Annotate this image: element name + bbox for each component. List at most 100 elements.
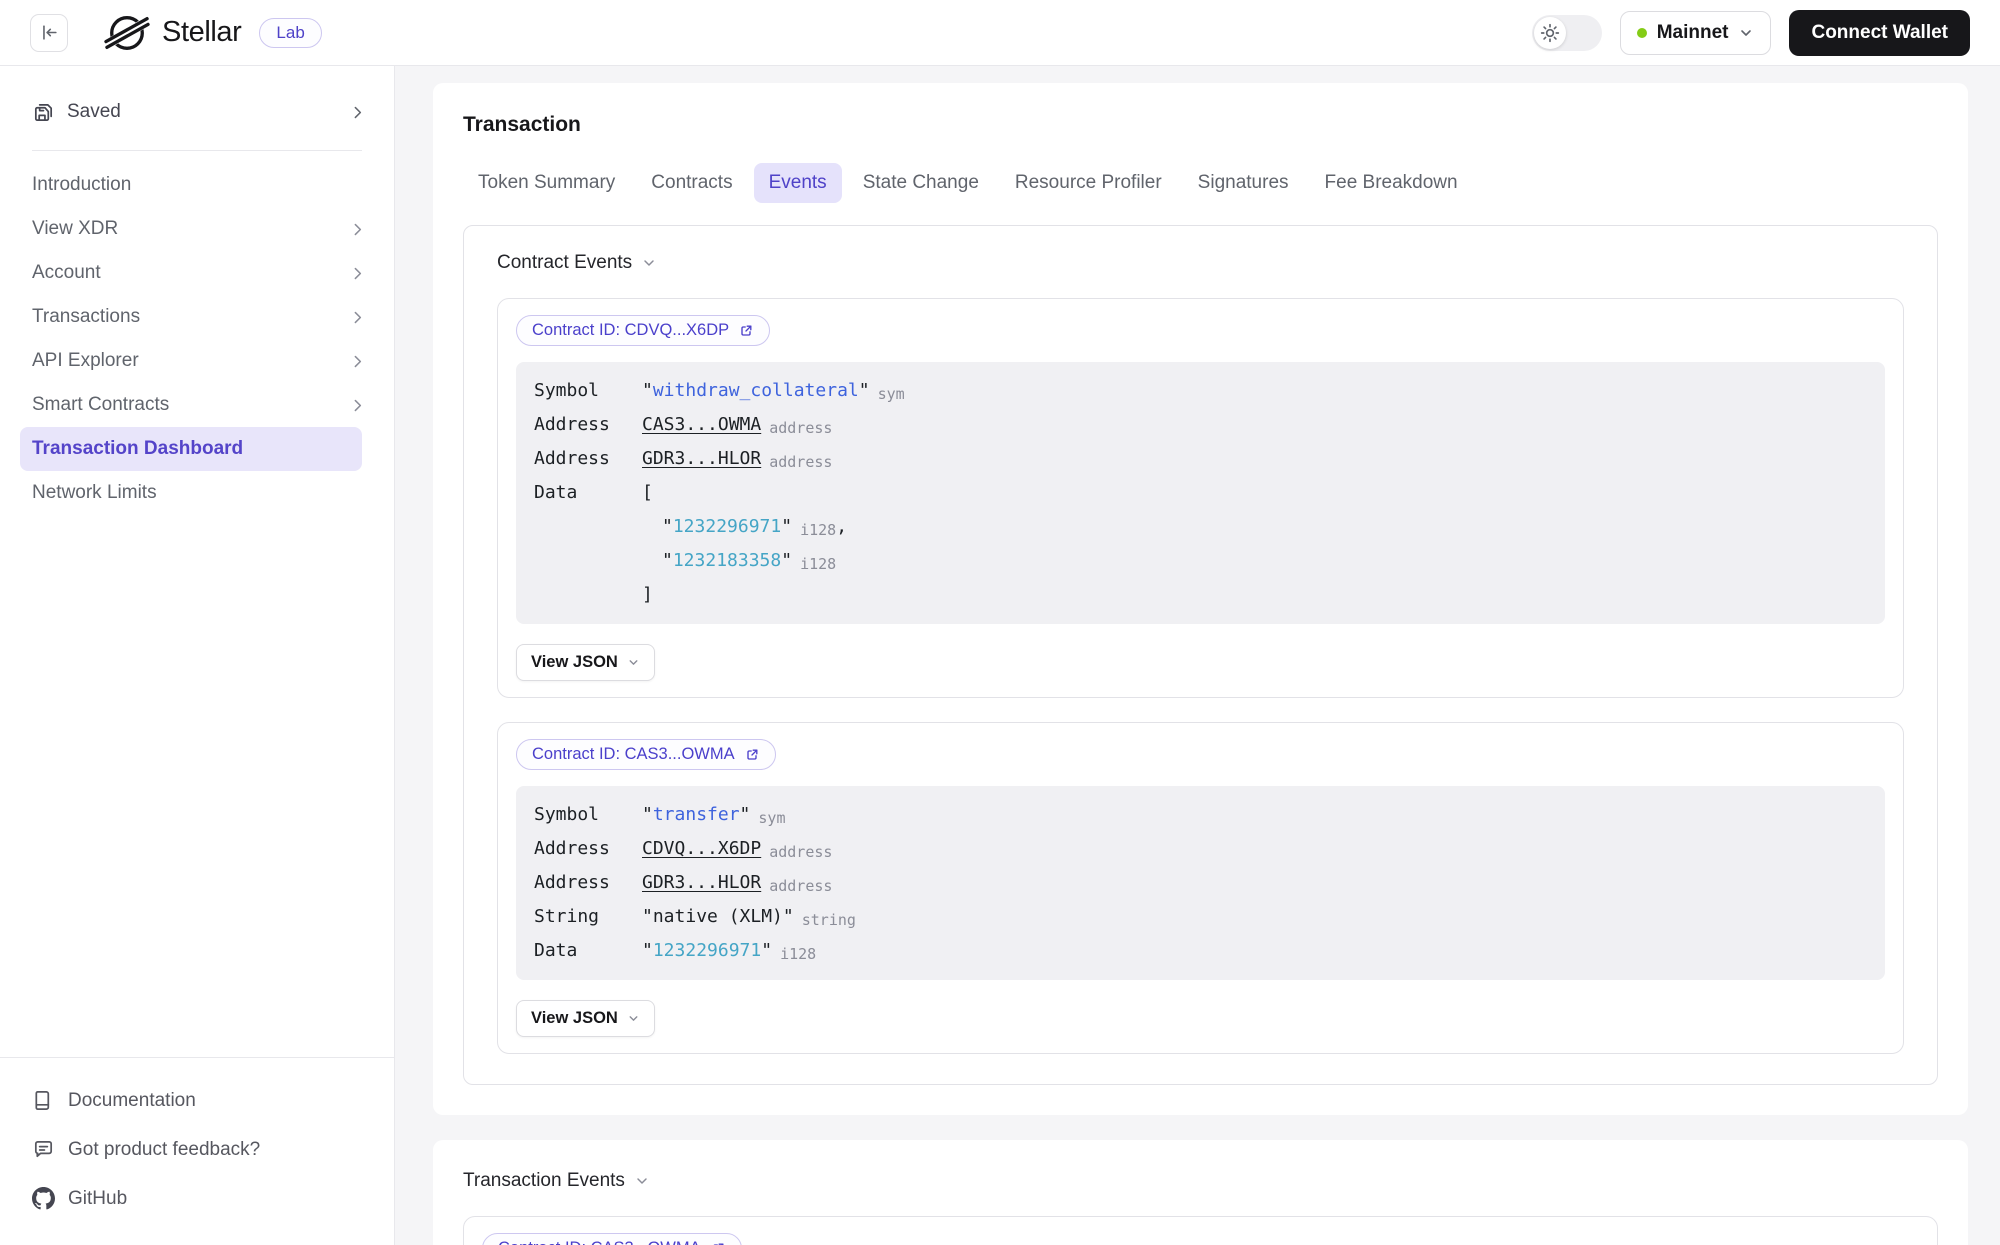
address-link[interactable]: CDVQ...X6DP	[642, 838, 761, 859]
event-field-value: ]	[642, 578, 1867, 612]
transaction-events-header[interactable]: Transaction Events	[463, 1170, 1938, 1192]
event-card: Contract ID: CDVQ...X6DP Symbol"withdraw…	[497, 298, 1904, 698]
sidebar-item-saved[interactable]: Saved	[0, 88, 394, 136]
quote: "	[859, 380, 870, 401]
event-field-row: Symbol"withdraw_collateral"sym	[534, 374, 1867, 408]
value-text: [	[642, 482, 653, 503]
event-field-key	[534, 544, 642, 578]
event-field-row: Data[	[534, 476, 1867, 510]
tab-resource-profiler[interactable]: Resource Profiler	[1000, 163, 1177, 203]
event-field-row: AddressGDR3...HLOR address	[534, 866, 1867, 900]
sidebar-item-introduction[interactable]: Introduction	[0, 163, 394, 207]
feedback-link[interactable]: Got product feedback?	[32, 1125, 362, 1174]
contract-id-label: Contract ID: CAS3...OWMA	[498, 1239, 701, 1245]
event-field-key	[534, 510, 642, 544]
value-text: 1232183358	[673, 550, 781, 571]
type-suffix-label: address	[769, 453, 832, 471]
contract-id-badge[interactable]: Contract ID: CDVQ...X6DP	[516, 315, 770, 346]
sidebar-item-label: Network Limits	[32, 482, 157, 504]
address-link[interactable]: CAS3...OWMA	[642, 414, 761, 435]
event-field-row: "1232183358"i128	[534, 544, 1867, 578]
event-card: Contract ID: CAS3...OWMA Symbol"transfer…	[497, 722, 1904, 1054]
contract-id-badge[interactable]: Contract ID: CAS3...OWMA	[482, 1233, 742, 1245]
sidebar-item-network-limits[interactable]: Network Limits	[0, 471, 394, 515]
quote: "	[662, 516, 673, 537]
contract-id-badge[interactable]: Contract ID: CAS3...OWMA	[516, 739, 776, 770]
event-field-value: "native (XLM)"string	[642, 900, 1867, 934]
event-field-row: Symbol"transfer"sym	[534, 798, 1867, 832]
event-field-key: Address	[534, 832, 642, 866]
view-json-button[interactable]: View JSON	[516, 644, 655, 681]
chevron-right-icon	[349, 221, 366, 238]
sidebar-item-label: View XDR	[32, 218, 118, 240]
network-select[interactable]: Mainnet	[1620, 11, 1772, 55]
quote: "	[662, 550, 673, 571]
sidebar-item-label: Introduction	[32, 174, 131, 196]
sun-icon	[1540, 23, 1560, 43]
tab-bar: Token Summary Contracts Events State Cha…	[463, 163, 1938, 203]
tab-fee-breakdown[interactable]: Fee Breakdown	[1310, 163, 1473, 203]
chevron-down-icon	[627, 1012, 640, 1025]
chevron-right-icon	[349, 309, 366, 326]
event-field-key: Address	[534, 866, 642, 900]
sidebar-item-transactions[interactable]: Transactions	[0, 295, 394, 339]
event-field-key: String	[534, 900, 642, 934]
connect-wallet-button[interactable]: Connect Wallet	[1789, 10, 1970, 56]
address-link[interactable]: GDR3...HLOR	[642, 448, 761, 469]
brand[interactable]: Stellar Lab	[104, 12, 322, 54]
value-text: 1232296971	[673, 516, 781, 537]
type-suffix-label: address	[769, 843, 832, 861]
type-suffix-label: address	[769, 877, 832, 895]
documentation-link[interactable]: Documentation	[32, 1076, 362, 1125]
tab-state-change[interactable]: State Change	[848, 163, 994, 203]
event-field-value: "1232296971"i128	[642, 934, 1867, 968]
event-field-key	[534, 578, 642, 612]
network-label: Mainnet	[1657, 22, 1729, 44]
contract-id-label: Contract ID: CAS3...OWMA	[532, 745, 735, 764]
value-text: ,	[836, 516, 847, 537]
tab-token-summary[interactable]: Token Summary	[463, 163, 630, 203]
quote: "	[783, 906, 794, 927]
sidebar: Saved Introduction View XDR Account Tran…	[0, 66, 395, 1245]
theme-toggle[interactable]	[1532, 15, 1602, 51]
address-link[interactable]: GDR3...HLOR	[642, 872, 761, 893]
event-field-row: AddressCAS3...OWMAaddress	[534, 408, 1867, 442]
sidebar-item-view-xdr[interactable]: View XDR	[0, 207, 394, 251]
event-field-key: Data	[534, 934, 642, 968]
value-text: transfer	[653, 804, 740, 825]
event-field-row: ]	[534, 578, 1867, 612]
sidebar-item-api-explorer[interactable]: API Explorer	[0, 339, 394, 383]
section-title: Contract Events	[497, 252, 632, 274]
quote: "	[740, 804, 751, 825]
tab-events[interactable]: Events	[754, 163, 842, 203]
sidebar-item-transaction-dashboard[interactable]: Transaction Dashboard	[20, 427, 362, 471]
event-field-value: CAS3...OWMAaddress	[642, 408, 1867, 442]
event-field-key: Symbol	[534, 798, 642, 832]
feedback-bubble-icon	[32, 1138, 55, 1161]
github-link[interactable]: GitHub	[32, 1174, 362, 1223]
sidebar-collapse-button[interactable]	[30, 14, 68, 52]
event-card: Contract ID: CAS3...OWMA	[463, 1216, 1938, 1245]
contract-events-header[interactable]: Contract Events	[497, 252, 1904, 274]
type-suffix-label: string	[802, 911, 856, 929]
footer-link-label: GitHub	[68, 1188, 127, 1210]
chevron-right-icon	[349, 397, 366, 414]
tab-signatures[interactable]: Signatures	[1183, 163, 1304, 203]
sidebar-item-smart-contracts[interactable]: Smart Contracts	[0, 383, 394, 427]
event-field-value: "1232183358"i128	[642, 544, 1867, 578]
lab-badge: Lab	[259, 18, 321, 48]
chevron-down-icon	[627, 656, 640, 669]
view-json-button[interactable]: View JSON	[516, 1000, 655, 1037]
collapse-sidebar-icon	[40, 23, 59, 42]
event-field-row: AddressGDR3...HLORaddress	[534, 442, 1867, 476]
sidebar-item-account[interactable]: Account	[0, 251, 394, 295]
chevron-down-icon	[1738, 25, 1754, 41]
brand-name: Stellar	[162, 16, 241, 49]
quote: "	[781, 516, 792, 537]
value-text: ]	[642, 584, 653, 605]
sidebar-item-label: Account	[32, 262, 101, 284]
footer-link-label: Documentation	[68, 1090, 196, 1112]
tab-contracts[interactable]: Contracts	[636, 163, 747, 203]
save-icon	[32, 101, 55, 124]
github-icon	[32, 1187, 55, 1210]
